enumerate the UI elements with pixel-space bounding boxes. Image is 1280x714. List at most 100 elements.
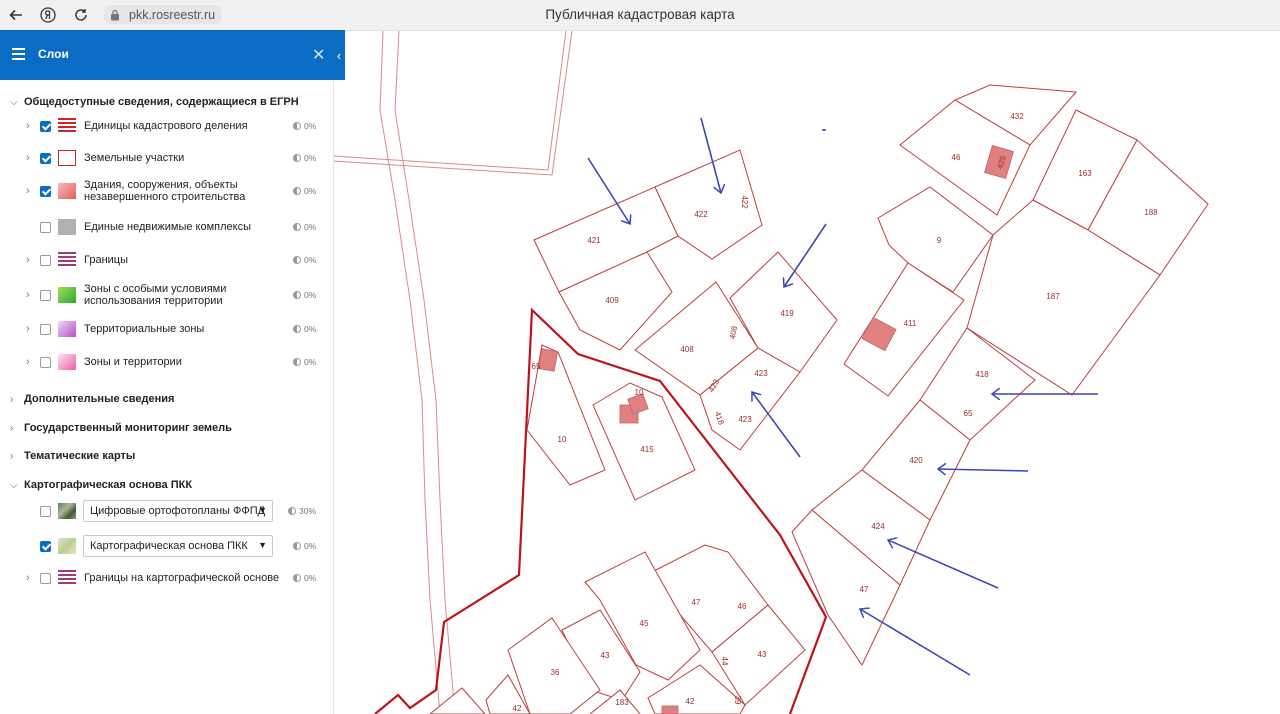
layer-label: Зоны с особыми условиями использования т… bbox=[84, 283, 227, 307]
plot-number-label: 424 bbox=[871, 522, 885, 531]
layer-row-basemap[interactable]: Картографическая основа ПКК ▼ 0% bbox=[0, 535, 333, 557]
back-button[interactable] bbox=[6, 5, 26, 25]
layer-row-zones-territories[interactable]: › Зоны и территории 0% bbox=[0, 354, 333, 370]
group-thematic-label: Тематические карты bbox=[24, 450, 136, 462]
cadastral-map[interactable]: 432 46 163 188 421 422 422 409 9 187 411 419 408 408 4… bbox=[333, 31, 1280, 714]
layer-checkbox[interactable] bbox=[40, 289, 51, 301]
reload-button[interactable] bbox=[71, 5, 91, 25]
layer-checkbox[interactable] bbox=[40, 356, 51, 368]
opacity-control[interactable]: 0% bbox=[293, 357, 316, 367]
plot-number-label: 46 bbox=[738, 602, 747, 611]
layer-label: Границы на картографической основе bbox=[84, 572, 280, 584]
yandex-button[interactable] bbox=[38, 5, 58, 25]
opacity-icon bbox=[293, 154, 301, 162]
layer-row-territorial-zones[interactable]: › Территориальные зоны 0% bbox=[0, 321, 333, 337]
plot-number-label: 65 bbox=[532, 362, 541, 371]
layers-panel: Слои ✕ ⌵ Общедоступные сведения, содержа… bbox=[0, 30, 334, 714]
opacity-control[interactable]: 0% bbox=[293, 222, 316, 232]
opacity-control[interactable]: 0% bbox=[293, 573, 316, 583]
chevron-right-icon[interactable]: › bbox=[26, 254, 30, 266]
lock-icon bbox=[110, 8, 124, 22]
layer-checkbox[interactable] bbox=[40, 540, 51, 552]
striped-red-swatch-icon bbox=[58, 118, 76, 134]
plot-number-label: 42 bbox=[686, 697, 695, 706]
group-basemap[interactable]: ⌵ Картографическая основа ПКК bbox=[10, 479, 192, 491]
layer-checkbox[interactable] bbox=[40, 254, 51, 266]
opacity-icon bbox=[288, 507, 296, 515]
opacity-control[interactable]: 0% bbox=[293, 121, 316, 131]
yandex-icon bbox=[40, 7, 56, 23]
plot-number-label: 188 bbox=[1144, 208, 1158, 217]
chevron-right-icon[interactable]: › bbox=[26, 120, 30, 132]
chevron-right-icon[interactable]: › bbox=[26, 289, 30, 301]
layer-row-special-zones[interactable]: › Зоны с особыми условиями использования… bbox=[0, 282, 333, 308]
plot-number-label: 10 bbox=[558, 435, 567, 444]
pink-gradient-swatch-icon bbox=[58, 183, 76, 199]
select-value: Картографическая основа ПКК bbox=[90, 540, 248, 552]
plot-number-label: 415 bbox=[640, 445, 654, 454]
layer-checkbox[interactable] bbox=[40, 185, 51, 197]
layer-label: Единицы кадастрового деления bbox=[84, 120, 248, 132]
layer-row-cadastral-division[interactable]: › Единицы кадастрового деления 0% bbox=[0, 118, 333, 134]
layer-row-complexes[interactable]: Единые недвижимые комплексы 0% bbox=[0, 219, 333, 235]
group-thematic[interactable]: › Тематические карты bbox=[10, 450, 135, 462]
chevron-right-icon[interactable]: › bbox=[26, 323, 30, 335]
opacity-icon bbox=[293, 122, 301, 130]
group-egrn[interactable]: ⌵ Общедоступные сведения, содержащиеся в… bbox=[10, 96, 299, 108]
opacity-control[interactable]: 0% bbox=[293, 255, 316, 265]
plot-number-label: 163 bbox=[1078, 169, 1092, 178]
opacity-icon bbox=[293, 574, 301, 582]
opacity-icon bbox=[293, 256, 301, 264]
land-parcels[interactable] bbox=[429, 84, 1209, 714]
layer-checkbox[interactable] bbox=[40, 505, 51, 517]
plot-number-label: 10 bbox=[635, 388, 644, 397]
basemap-select[interactable]: Картографическая основа ПКК ▼ bbox=[83, 535, 273, 557]
layer-checkbox[interactable] bbox=[40, 120, 51, 132]
parcel-9 bbox=[877, 186, 994, 293]
layer-checkbox[interactable] bbox=[40, 152, 51, 164]
violet-gradient-swatch-icon bbox=[58, 321, 76, 337]
layer-checkbox[interactable] bbox=[40, 323, 51, 335]
chevron-right-icon[interactable]: › bbox=[26, 356, 30, 368]
group-additional-label: Дополнительные сведения bbox=[24, 393, 175, 405]
map-canvas[interactable]: 4324616318842142242240991874114194084084… bbox=[333, 31, 1280, 714]
plot-number-label: 43 bbox=[758, 650, 767, 659]
opacity-icon bbox=[293, 358, 301, 366]
close-icon[interactable]: ✕ bbox=[312, 45, 325, 65]
layer-row-land-plots[interactable]: › Земельные участки 0% bbox=[0, 150, 333, 166]
group-monitoring[interactable]: › Государственный мониторинг земель bbox=[10, 422, 232, 434]
layer-row-borders[interactable]: › Границы 0% bbox=[0, 252, 333, 268]
plot-number-label: 423 bbox=[738, 415, 752, 424]
plot-number-label: 187 bbox=[1046, 292, 1060, 301]
plot-number-label: 39 bbox=[733, 696, 742, 705]
layer-row-orthophoto[interactable]: Цифровые ортофотопланы ФФПД ▼ 30% bbox=[0, 500, 333, 522]
collapse-panel-button[interactable]: ‹ bbox=[333, 30, 345, 80]
browser-toolbar: pkk.rosreestr.ru Публичная кадастровая к… bbox=[0, 0, 1280, 31]
layer-row-buildings[interactable]: › Здания, сооружения, объекты незавершен… bbox=[0, 178, 333, 204]
chevron-right-icon[interactable]: › bbox=[26, 185, 30, 197]
select-value: Цифровые ортофотопланы ФФПД bbox=[90, 505, 266, 517]
opacity-control[interactable]: 0% bbox=[293, 186, 316, 196]
layer-row-basemap-borders[interactable]: › Границы на картографической основе 0% bbox=[0, 570, 333, 586]
opacity-control[interactable]: 0% bbox=[293, 290, 316, 300]
orthophoto-select[interactable]: Цифровые ортофотопланы ФФПД ▼ bbox=[83, 500, 273, 522]
opacity-control[interactable]: 0% bbox=[293, 324, 316, 334]
opacity-value: 0% bbox=[304, 121, 317, 131]
chevron-right-icon[interactable]: › bbox=[26, 152, 30, 164]
plot-number-label: 418 bbox=[975, 370, 989, 379]
opacity-control[interactable]: 0% bbox=[293, 541, 316, 551]
chevron-down-icon: ⌵ bbox=[10, 479, 18, 491]
layer-checkbox[interactable] bbox=[40, 221, 51, 233]
opacity-value: 30% bbox=[299, 506, 317, 516]
opacity-icon bbox=[293, 291, 301, 299]
address-bar[interactable]: pkk.rosreestr.ru bbox=[104, 5, 222, 24]
opacity-control[interactable]: 0% bbox=[293, 153, 316, 163]
menu-icon[interactable] bbox=[12, 48, 25, 60]
opacity-control[interactable]: 30% bbox=[288, 506, 316, 516]
chevron-right-icon[interactable]: › bbox=[26, 572, 30, 584]
group-additional[interactable]: › Дополнительные сведения bbox=[10, 393, 174, 405]
chevron-right-icon: › bbox=[10, 393, 14, 405]
layer-checkbox[interactable] bbox=[40, 572, 51, 584]
opacity-value: 0% bbox=[304, 153, 317, 163]
group-monitoring-label: Государственный мониторинг земель bbox=[24, 422, 232, 434]
